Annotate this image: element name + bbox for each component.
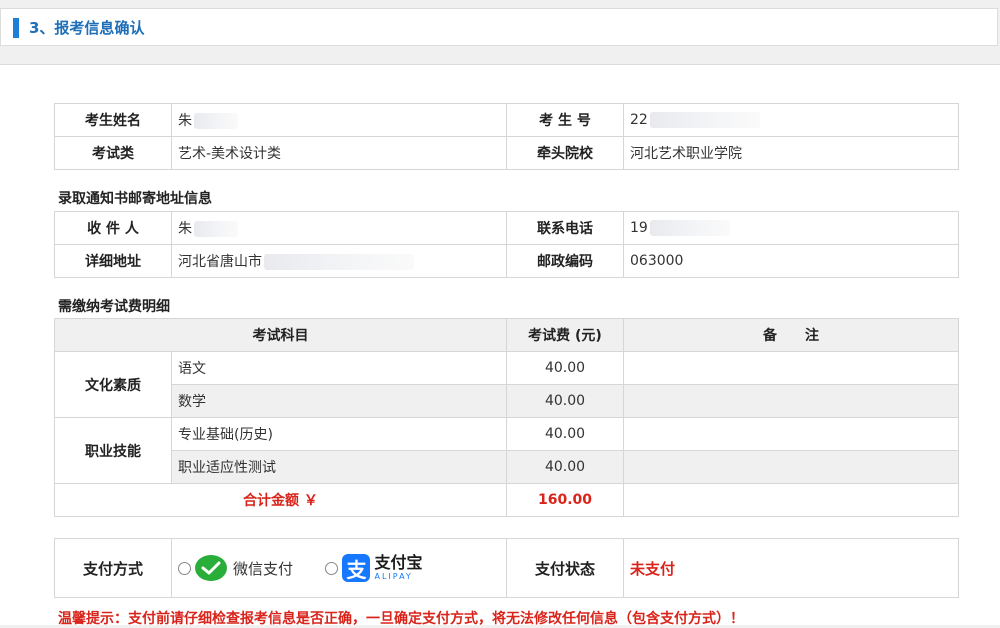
candidate-info-table: 考生姓名 朱 考 生 号 22 考试类 艺术-美术设计类 牵头院校 河北艺术职业… xyxy=(54,103,959,170)
table-row: 收 件 人 朱 联系电话 19 xyxy=(54,211,959,245)
header-remark: 备 注 xyxy=(623,318,959,352)
subject-cell: 职业适应性测试 xyxy=(171,450,507,484)
mailing-title: 录取通知书邮寄地址信息 xyxy=(58,191,212,207)
subject-cell: 数学 xyxy=(171,384,507,418)
remark-cell xyxy=(623,384,959,418)
subject-cell: 专业基础(历史) xyxy=(171,417,507,451)
fee-cell: 40.00 xyxy=(506,351,624,385)
alipay-logo: 支付宝 ALIPAY xyxy=(374,553,423,581)
redacted-mask xyxy=(264,254,414,270)
recipient-label: 收 件 人 xyxy=(54,211,172,245)
postcode-value: 063000 xyxy=(623,244,959,278)
header-subject: 考试科目 xyxy=(54,318,507,352)
table-row: 文化素质 语文 40.00 xyxy=(54,351,959,418)
section-header: 3、报考信息确认 xyxy=(0,8,998,46)
redacted-mask xyxy=(649,220,730,236)
section-accent-bar xyxy=(13,18,19,38)
table-row: 考生姓名 朱 考 生 号 22 xyxy=(54,103,959,137)
payment-method-label: 支付方式 xyxy=(54,538,172,598)
remark-cell xyxy=(623,351,959,385)
redacted-mask xyxy=(649,112,760,128)
remark-cell xyxy=(623,450,959,484)
wechat-radio[interactable] xyxy=(178,561,191,575)
name-value: 朱 xyxy=(171,103,507,137)
table-row: 详细地址 河北省唐山市 邮政编码 063000 xyxy=(54,244,959,278)
fee-cell: 40.00 xyxy=(506,417,624,451)
header-fee: 考试费 (元) xyxy=(506,318,624,352)
wechat-pay-option[interactable]: 微信支付 xyxy=(178,555,293,581)
category-label: 考试类 xyxy=(54,136,172,170)
school-label: 牵头院校 xyxy=(506,136,624,170)
payment-status-value: 未支付 xyxy=(623,538,959,598)
table-row: 职业技能 专业基础(历史) 40.00 xyxy=(54,417,959,484)
fee-cell: 40.00 xyxy=(506,450,624,484)
redacted-mask xyxy=(194,113,238,129)
id-label: 考 生 号 xyxy=(506,103,624,137)
wechat-pay-icon xyxy=(195,555,227,581)
mailing-info-table: 收 件 人 朱 联系电话 19 详细地址 河北省唐山市 邮政编码 063000 xyxy=(54,211,959,278)
remark-cell xyxy=(623,417,959,451)
redacted-mask xyxy=(194,221,238,237)
alipay-radio[interactable] xyxy=(325,561,339,575)
name-label: 考生姓名 xyxy=(54,103,172,137)
remark-cell xyxy=(623,483,959,517)
wechat-pay-label: 微信支付 xyxy=(233,559,294,578)
total-row: 合计金额 ￥ 160.00 xyxy=(54,483,959,517)
address-value: 河北省唐山市 xyxy=(171,244,507,278)
total-value: 160.00 xyxy=(506,483,624,517)
recipient-value: 朱 xyxy=(171,211,507,245)
id-value: 22 xyxy=(623,103,959,137)
payment-options: 微信支付 支 支付宝 ALIPAY xyxy=(171,538,507,598)
subject-cell: 语文 xyxy=(171,351,507,385)
phone-label: 联系电话 xyxy=(506,211,624,245)
table-header-row: 考试科目 考试费 (元) 备 注 xyxy=(54,318,959,352)
alipay-option[interactable]: 支 支付宝 ALIPAY xyxy=(325,554,422,582)
total-label: 合计金额 ￥ xyxy=(54,483,507,517)
school-value: 河北艺术职业学院 xyxy=(623,136,959,170)
address-label: 详细地址 xyxy=(54,244,172,278)
fee-cell: 40.00 xyxy=(506,384,624,418)
group-label: 文化素质 xyxy=(54,351,172,418)
payment-status-label: 支付状态 xyxy=(506,538,624,598)
table-row: 考试类 艺术-美术设计类 牵头院校 河北艺术职业学院 xyxy=(54,136,959,170)
category-value: 艺术-美术设计类 xyxy=(171,136,507,170)
table-row: 支付方式 微信支付 支 支付宝 ALIPAY 支付状态 未支付 xyxy=(54,538,959,598)
table-row: 数学 40.00 xyxy=(55,384,959,418)
phone-value: 19 xyxy=(623,211,959,245)
fee-table: 考试科目 考试费 (元) 备 注 文化素质 语文 40.00 数学 40.00 … xyxy=(54,318,959,517)
postcode-label: 邮政编码 xyxy=(506,244,624,278)
fees-title: 需缴纳考试费明细 xyxy=(58,299,170,315)
table-row: 职业适应性测试 40.00 xyxy=(55,450,959,484)
group-label: 职业技能 xyxy=(54,417,172,484)
payment-table: 支付方式 微信支付 支 支付宝 ALIPAY 支付状态 未支付 xyxy=(54,538,959,598)
alipay-icon: 支 xyxy=(342,554,371,582)
payment-notice: 温馨提示：支付前请仔细检查报考信息是否正确，一旦确定支付方式，将无法修改任何信息… xyxy=(58,611,744,627)
section-title: 3、报考信息确认 xyxy=(29,19,145,37)
